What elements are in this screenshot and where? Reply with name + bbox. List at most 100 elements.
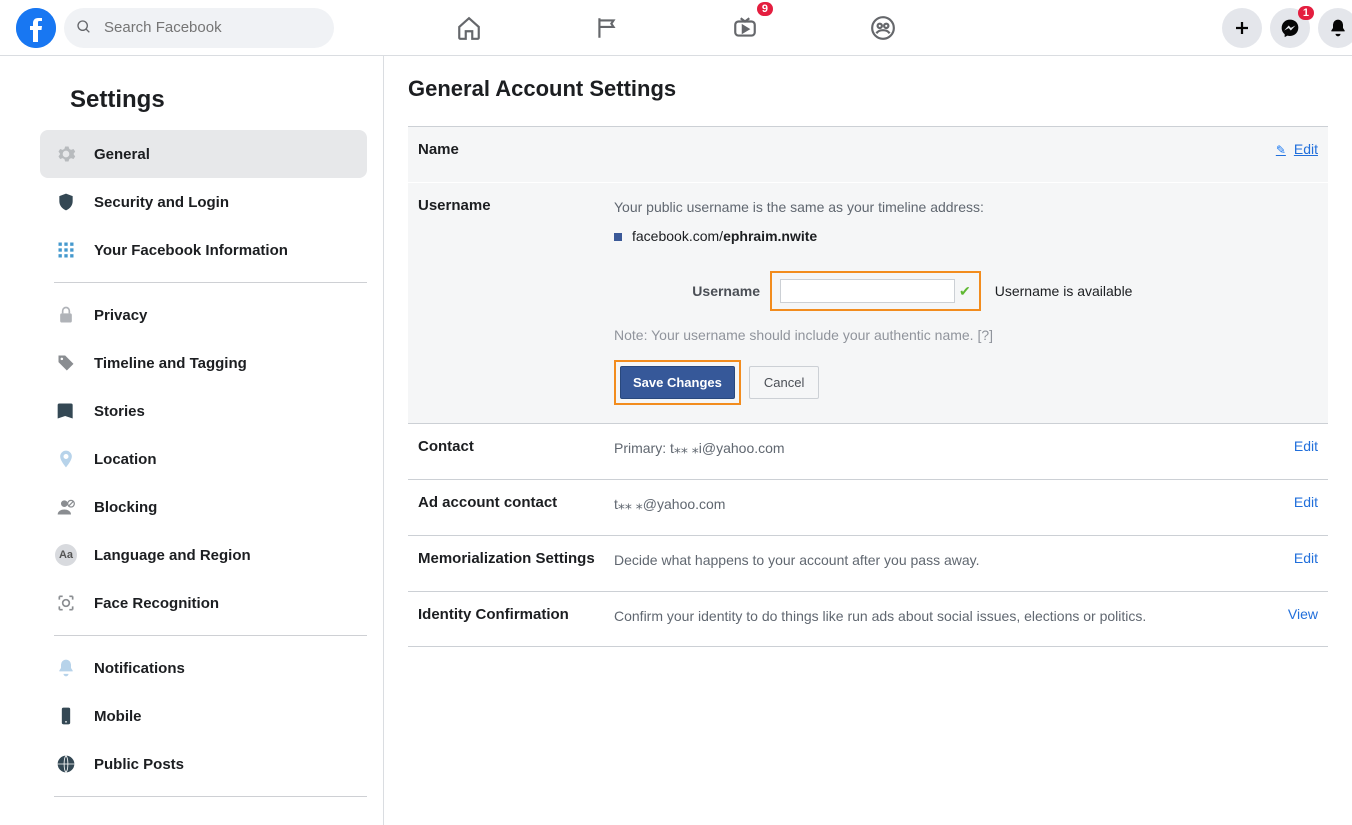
sidebar-item-label: Timeline and Tagging [94, 355, 247, 372]
sidebar-item-label: Stories [94, 403, 145, 420]
sidebar-item-label: Privacy [94, 307, 147, 324]
adcontact-section: Ad account contact t⁎⁎ ⁎@yahoo.com Edit [408, 479, 1328, 535]
username-buttons: Save Changes Cancel [614, 360, 1318, 405]
sidebar-item-notifications[interactable]: Notifications [40, 644, 367, 692]
identity-value: Confirm your identity to do things like … [614, 606, 1318, 632]
facebook-logo[interactable] [16, 8, 56, 48]
main-content: General Account Settings Name ✎Edit User… [384, 56, 1352, 825]
identity-section: Identity Confirmation Confirm your ident… [408, 591, 1328, 647]
header: 9 1 [0, 0, 1352, 56]
sidebar-item-your-facebook-information[interactable]: Your Facebook Information [40, 226, 367, 274]
pencil-icon: ✎ [1276, 143, 1286, 157]
save-button-highlight: Save Changes [614, 360, 741, 405]
grid-icon [54, 238, 78, 262]
identity-view-link[interactable]: View [1288, 606, 1318, 622]
mobile-icon [54, 704, 78, 728]
book-icon [54, 399, 78, 423]
sidebar-separator [54, 635, 367, 636]
sidebar-item-general[interactable]: General [40, 130, 367, 178]
search-input[interactable] [64, 8, 334, 48]
globe-icon [54, 752, 78, 776]
name-section: Name ✎Edit [408, 126, 1328, 182]
name-label: Name [418, 141, 614, 168]
username-body: Your public username is the same as your… [614, 197, 1318, 405]
check-icon: ✔ [959, 281, 971, 302]
create-button[interactable] [1222, 8, 1262, 48]
sidebar: Settings General Security and Login Your F… [0, 56, 384, 825]
username-note: Note: Your username should include your … [614, 325, 1318, 346]
username-label: Username [418, 197, 614, 405]
memorial-label: Memorialization Settings [418, 550, 614, 577]
memorial-section: Memorialization Settings Decide what hap… [408, 535, 1328, 591]
adcontact-edit-link[interactable]: Edit [1294, 494, 1318, 510]
face-icon [54, 591, 78, 615]
blocked-user-icon [54, 495, 78, 519]
sidebar-item-label: Public Posts [94, 756, 184, 773]
sidebar-item-label: Security and Login [94, 194, 229, 211]
username-input-row: Username ✔ Username is available [614, 271, 1318, 311]
sidebar-item-location[interactable]: Location [40, 435, 367, 483]
username-input[interactable] [780, 279, 955, 303]
bell-icon [54, 656, 78, 680]
username-url: facebook.com/ephraim.nwite [614, 226, 1318, 247]
adcontact-label: Ad account contact [418, 494, 614, 521]
memorial-edit-link[interactable]: Edit [1294, 550, 1318, 566]
sidebar-item-stories[interactable]: Stories [40, 387, 367, 435]
page-title: General Account Settings [408, 76, 1328, 102]
sidebar-item-security-and-login[interactable]: Security and Login [40, 178, 367, 226]
username-input-label: Username [614, 281, 760, 302]
right-nav: 1 [1222, 8, 1336, 48]
sidebar-item-label: Notifications [94, 660, 185, 677]
sidebar-item-mobile[interactable]: Mobile [40, 692, 367, 740]
nav-pages[interactable] [583, 4, 631, 52]
sidebar-item-label: Blocking [94, 499, 157, 516]
name-edit-link[interactable]: ✎Edit [1276, 141, 1318, 157]
sidebar-item-label: Location [94, 451, 157, 468]
username-desc: Your public username is the same as your… [614, 197, 1318, 218]
memorial-value: Decide what happens to your account afte… [614, 550, 1318, 577]
nav-groups[interactable] [859, 4, 907, 52]
lock-icon [54, 303, 78, 327]
sidebar-item-blocking[interactable]: Blocking [40, 483, 367, 531]
contact-label: Contact [418, 438, 614, 465]
sidebar-item-privacy[interactable]: Privacy [40, 291, 367, 339]
sidebar-item-language-and-region[interactable]: AaLanguage and Region [40, 531, 367, 579]
sidebar-separator [54, 796, 367, 797]
contact-value: Primary: t⁎⁎ ⁎i@yahoo.com [614, 438, 1318, 465]
nav-watch[interactable]: 9 [721, 4, 769, 52]
username-input-highlight: ✔ [770, 271, 981, 311]
sidebar-item-label: Language and Region [94, 547, 251, 564]
username-section: Username Your public username is the sam… [408, 182, 1328, 423]
search-wrap [64, 8, 334, 48]
sidebar-item-face-recognition[interactable]: Face Recognition [40, 579, 367, 627]
sidebar-item-label: Mobile [94, 708, 142, 725]
search-icon [76, 19, 92, 40]
sidebar-item-timeline-and-tagging[interactable]: Timeline and Tagging [40, 339, 367, 387]
cancel-button[interactable]: Cancel [749, 366, 819, 399]
sidebar-item-label: Your Facebook Information [94, 242, 288, 259]
gear-icon [54, 142, 78, 166]
username-available: Username is available [995, 281, 1133, 302]
sidebar-item-public-posts[interactable]: Public Posts [40, 740, 367, 788]
notifications-button[interactable] [1318, 8, 1352, 48]
contact-section: Contact Primary: t⁎⁎ ⁎i@yahoo.com Edit [408, 423, 1328, 479]
messenger-badge: 1 [1298, 6, 1314, 20]
identity-label: Identity Confirmation [418, 606, 614, 632]
nav-home[interactable] [445, 4, 493, 52]
layout: Settings General Security and Login Your F… [0, 56, 1352, 825]
pin-icon [54, 447, 78, 471]
adcontact-value: t⁎⁎ ⁎@yahoo.com [614, 494, 1318, 521]
sidebar-title: Settings [70, 86, 367, 114]
save-changes-button[interactable]: Save Changes [620, 366, 735, 399]
messenger-button[interactable]: 1 [1270, 8, 1310, 48]
help-link[interactable]: [?] [977, 327, 993, 343]
tag-icon [54, 351, 78, 375]
shield-icon [54, 190, 78, 214]
sidebar-separator [54, 282, 367, 283]
sidebar-item-label: Face Recognition [94, 595, 219, 612]
center-nav: 9 [445, 4, 907, 52]
watch-badge: 9 [757, 2, 773, 16]
bullet-icon [614, 233, 622, 241]
sidebar-item-label: General [94, 146, 150, 163]
contact-edit-link[interactable]: Edit [1294, 438, 1318, 454]
